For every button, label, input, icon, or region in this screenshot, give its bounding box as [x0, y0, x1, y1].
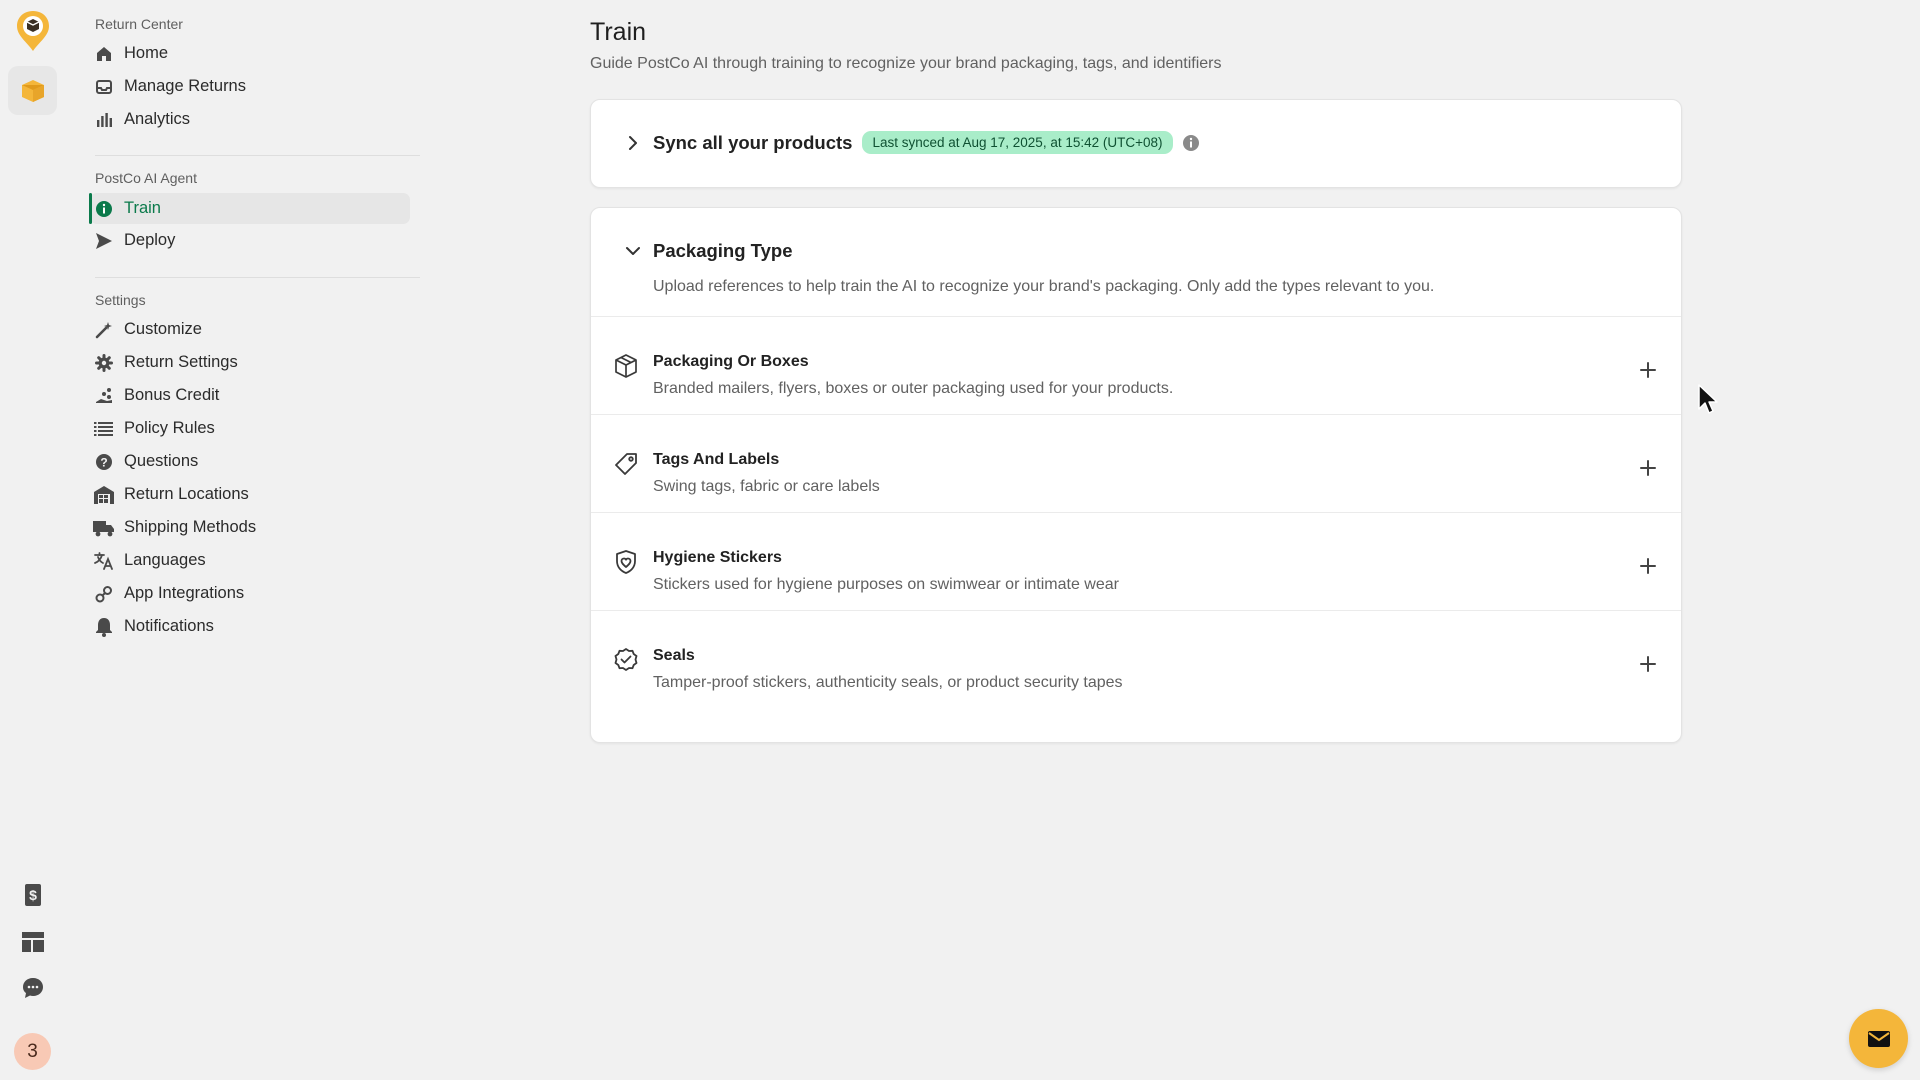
mouse-cursor-icon: [1697, 383, 1719, 415]
add-hygiene-stickers-button[interactable]: [1639, 557, 1657, 575]
notification-count-badge[interactable]: 3: [14, 1033, 51, 1070]
type-title: Hygiene Stickers: [653, 549, 782, 566]
sidebar-item-label: Notifications: [124, 617, 214, 635]
page-title: Train: [590, 18, 647, 46]
sidebar-item-label: Policy Rules: [124, 419, 215, 437]
add-tags-and-labels-button[interactable]: [1639, 459, 1657, 477]
bell-icon: [93, 616, 115, 638]
gear-icon: [93, 352, 115, 374]
type-title: Seals: [653, 647, 695, 664]
sidebar-item-label: Questions: [124, 452, 199, 470]
sidebar-item-label: Return Settings: [124, 353, 238, 371]
sidebar-item-label: Deploy: [124, 231, 176, 249]
type-description: Swing tags, fabric or care labels: [653, 478, 880, 495]
postco-logo-icon[interactable]: [8, 6, 57, 55]
chevron-right-icon[interactable]: [625, 135, 641, 151]
sidebar-item-policy-rules[interactable]: Policy Rules: [90, 413, 410, 444]
sidebar-item-return-locations[interactable]: Return Locations: [90, 479, 410, 510]
coins-icon: [93, 385, 115, 407]
truck-icon: [93, 517, 115, 539]
sidebar-item-languages[interactable]: Languages: [90, 545, 410, 576]
sidebar: Return Center Home Manage Returns Analyt…: [70, 0, 420, 1080]
sync-products-card[interactable]: Sync all your products Last synced at Au…: [590, 99, 1682, 188]
svg-text:$: $: [29, 887, 37, 903]
sidebar-item-train[interactable]: Train: [89, 193, 410, 224]
dollar-receipt-icon[interactable]: $: [8, 870, 57, 919]
sidebar-divider: [95, 155, 420, 156]
section-title-settings: Settings: [95, 292, 146, 308]
type-title: Packaging Or Boxes: [653, 353, 809, 370]
section-title-postco-ai-agent: PostCo AI Agent: [95, 170, 197, 186]
sidebar-item-deploy[interactable]: Deploy: [90, 225, 410, 256]
packaging-type-header[interactable]: Packaging Type Upload references to help…: [591, 208, 1681, 317]
sidebar-item-analytics[interactable]: Analytics: [90, 104, 410, 135]
type-description: Branded mailers, flyers, boxes or outer …: [653, 380, 1174, 397]
svg-text:?: ?: [100, 455, 107, 469]
seal-check-icon: [613, 647, 639, 673]
add-packaging-or-boxes-button[interactable]: [1639, 361, 1657, 379]
sidebar-item-label: Return Locations: [124, 485, 249, 503]
sidebar-divider: [95, 277, 420, 278]
add-seals-button[interactable]: [1639, 655, 1657, 673]
box-icon[interactable]: [8, 66, 57, 115]
type-description: Tamper-proof stickers, authenticity seal…: [653, 674, 1123, 691]
magic-wand-icon: [93, 319, 115, 341]
sidebar-item-label: Home: [124, 44, 169, 62]
translate-icon: [93, 550, 115, 572]
active-indicator: [89, 193, 92, 224]
bar-chart-icon: [93, 109, 115, 131]
type-row-tags-and-labels[interactable]: Tags And Labels Swing tags, fabric or ca…: [591, 415, 1681, 513]
info-icon[interactable]: [1182, 134, 1200, 152]
home-icon: [93, 43, 115, 65]
sync-products-header[interactable]: Sync all your products Last synced at Au…: [625, 131, 1200, 154]
type-row-hygiene-stickers[interactable]: Hygiene Stickers Stickers used for hygie…: [591, 513, 1681, 611]
sidebar-item-bonus-credit[interactable]: Bonus Credit: [90, 380, 410, 411]
layout-icon[interactable]: [8, 917, 57, 966]
page-subtitle: Guide PostCo AI through training to reco…: [590, 55, 1222, 72]
sidebar-item-questions[interactable]: ? Questions: [90, 446, 410, 477]
sidebar-item-label: Manage Returns: [124, 77, 246, 95]
sidebar-item-label: Shipping Methods: [124, 518, 257, 536]
packaging-type-card: Packaging Type Upload references to help…: [590, 207, 1682, 743]
chevron-down-icon[interactable]: [625, 243, 641, 259]
sidebar-item-label: Languages: [124, 551, 206, 569]
icon-rail: $ 3: [0, 0, 65, 1080]
shield-icon: [613, 549, 639, 575]
type-description: Stickers used for hygiene purposes on sw…: [653, 576, 1119, 593]
sidebar-item-notifications[interactable]: Notifications: [90, 611, 410, 642]
mail-icon: [1867, 1030, 1891, 1048]
link-icon: [93, 583, 115, 605]
support-mail-button[interactable]: [1849, 1009, 1908, 1068]
type-title: Tags And Labels: [653, 451, 780, 468]
type-row-seals[interactable]: Seals Tamper-proof stickers, authenticit…: [591, 611, 1681, 709]
info-circle-icon: [93, 198, 115, 220]
last-synced-badge: Last synced at Aug 17, 2025, at 15:42 (U…: [862, 131, 1173, 154]
sidebar-item-customize[interactable]: Customize: [90, 314, 410, 345]
sidebar-item-app-integrations[interactable]: App Integrations: [90, 578, 410, 609]
packaging-type-description: Upload references to help train the AI t…: [653, 278, 1435, 295]
tag-icon: [613, 451, 639, 477]
chat-bubble-icon[interactable]: [8, 963, 57, 1012]
sidebar-item-home[interactable]: Home: [90, 38, 410, 69]
packaging-type-title: Packaging Type: [653, 240, 793, 261]
question-circle-icon: ?: [93, 451, 115, 473]
warehouse-icon: [93, 484, 115, 506]
section-title-return-center: Return Center: [95, 16, 183, 32]
list-icon: [93, 418, 115, 440]
sidebar-item-manage-returns[interactable]: Manage Returns: [90, 71, 410, 102]
sync-products-title: Sync all your products: [653, 131, 853, 153]
box-icon: [613, 353, 639, 379]
sidebar-item-label: App Integrations: [124, 584, 245, 602]
send-icon: [93, 230, 115, 252]
sidebar-item-return-settings[interactable]: Return Settings: [90, 347, 410, 378]
type-row-packaging-or-boxes[interactable]: Packaging Or Boxes Branded mailers, flye…: [591, 317, 1681, 415]
sidebar-item-label: Analytics: [124, 110, 191, 128]
sidebar-item-label: Customize: [124, 320, 202, 338]
sidebar-item-label: Bonus Credit: [124, 386, 220, 404]
inbox-icon: [93, 76, 115, 98]
sidebar-item-shipping-methods[interactable]: Shipping Methods: [90, 512, 410, 543]
sidebar-item-label: Train: [124, 199, 161, 217]
